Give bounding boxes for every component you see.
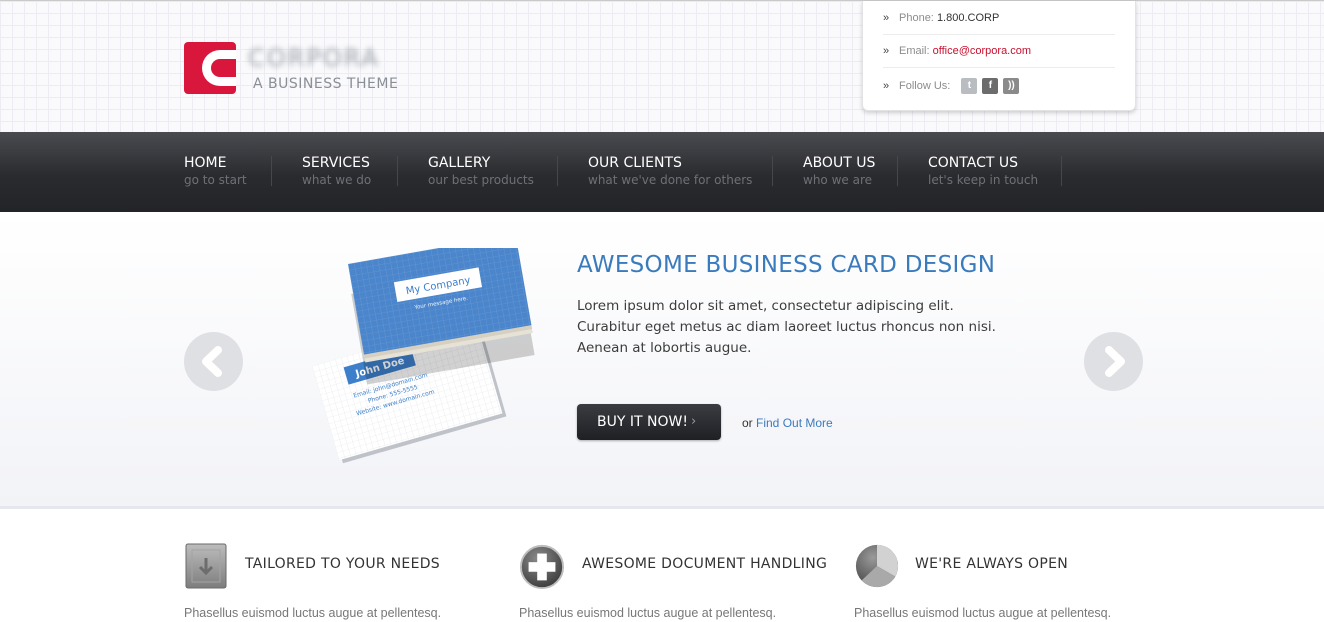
phone-value: 1.800.CORP xyxy=(936,12,1000,24)
plus-circle-icon xyxy=(519,544,565,589)
facebook-icon[interactable]: f xyxy=(982,78,999,94)
nav-separator xyxy=(557,156,558,186)
nav-separator xyxy=(397,156,398,186)
contact-card: » Phone: 1.800.CORP » Email: office@corpor… xyxy=(862,1,1136,111)
nav-item-title: CONTACT US xyxy=(928,155,1018,171)
buy-now-button[interactable]: BUY IT NOW! › xyxy=(577,404,721,440)
nav-item-our-clients[interactable]: OUR CLIENTS what we've done for others xyxy=(588,154,752,188)
pie-chart-icon xyxy=(855,544,899,588)
nav-separator xyxy=(271,156,272,186)
twitter-icon[interactable]: t xyxy=(961,78,978,94)
hero-description: Lorem ipsum dolor sit amet, consectetur … xyxy=(577,298,996,356)
nav-item-home[interactable]: HOME go to start xyxy=(184,154,247,188)
nav-item-title: GALLERY xyxy=(428,155,491,171)
buy-now-label: BUY IT NOW! xyxy=(597,414,688,430)
nav-item-title: SERVICES xyxy=(302,155,370,171)
feature-title: AWESOME DOCUMENT HANDLING xyxy=(582,556,828,572)
bullet-icon: » xyxy=(883,45,890,57)
follow-label: Follow Us: xyxy=(899,79,951,92)
contact-follow-row: » Follow Us: t f)) xyxy=(883,78,1115,94)
nav-item-subtitle: our best products xyxy=(428,173,534,187)
chevron-left-icon xyxy=(202,346,222,377)
divider xyxy=(883,67,1115,68)
feature-text: Phasellus euismod luctus augue at pellen… xyxy=(519,606,777,620)
or-label: or xyxy=(742,416,753,430)
contact-email-row: » Email: office@corpora.com xyxy=(883,45,1115,57)
contact-phone-row: » Phone: 1.800.CORP xyxy=(883,12,1115,24)
feature-text: Phasellus euismod luctus augue at pellen… xyxy=(184,606,442,620)
brand-name[interactable]: CORPORA xyxy=(248,45,390,71)
slider-prev-button[interactable] xyxy=(184,332,243,391)
nav-separator xyxy=(772,156,773,186)
rss-icon[interactable]: )) xyxy=(1003,78,1020,94)
nav-item-title: HOME xyxy=(184,155,227,171)
nav-item-subtitle: go to start xyxy=(184,173,247,187)
nav-item-gallery[interactable]: GALLERY our best products xyxy=(428,154,534,188)
logo-icon[interactable] xyxy=(184,42,236,94)
divider xyxy=(883,34,1115,35)
nav-separator xyxy=(897,156,898,186)
nav-item-about-us[interactable]: ABOUT US who we are xyxy=(803,154,875,188)
nav-item-subtitle: let's keep in touch xyxy=(928,173,1039,187)
feature-title: WE'RE ALWAYS OPEN xyxy=(915,556,1068,572)
features-section: TAILORED TO YOUR NEEDS Phasellus euismod… xyxy=(0,512,1324,622)
find-out-more-row: or Find Out More xyxy=(742,416,833,430)
bullet-icon: » xyxy=(883,12,890,24)
nav-item-services[interactable]: SERVICES what we do xyxy=(302,154,371,188)
email-link[interactable]: office@corpora.com xyxy=(933,45,1031,57)
chevron-right-icon xyxy=(1105,346,1125,377)
nav-separator xyxy=(1061,156,1062,186)
main-nav: HOME go to start SERVICES what we do GAL… xyxy=(0,132,1324,212)
hero-slider: John Doe Email: john@domain.com Phone: 5… xyxy=(0,212,1324,509)
nav-item-subtitle: what we do xyxy=(302,173,372,187)
slider-next-button[interactable] xyxy=(1084,332,1143,391)
brand-tagline: A BUSINESS THEME xyxy=(253,76,399,92)
find-out-more-link[interactable]: Find Out More xyxy=(756,416,833,430)
nav-item-title: ABOUT US xyxy=(803,155,876,171)
bullet-icon: » xyxy=(883,79,890,92)
nav-item-subtitle: what we've done for others xyxy=(588,173,753,187)
business-card-image: John Doe Email: john@domain.com Phone: 5… xyxy=(312,248,535,464)
archive-box-icon xyxy=(185,543,227,589)
feature-text: Phasellus euismod luctus augue at pellen… xyxy=(854,606,1112,620)
site-header: CORPORA A BUSINESS THEME » Phone: 1.800.C… xyxy=(0,0,1324,132)
phone-label: Phone: xyxy=(899,12,934,24)
nav-item-title: OUR CLIENTS xyxy=(588,155,682,171)
feature-title: TAILORED TO YOUR NEEDS xyxy=(245,556,440,572)
email-label: Email: xyxy=(899,45,930,57)
nav-item-contact-us[interactable]: CONTACT US let's keep in touch xyxy=(928,154,1038,188)
chevron-right-icon: › xyxy=(691,414,697,429)
nav-item-subtitle: who we are xyxy=(803,173,872,187)
hero-title: AWESOME BUSINESS CARD DESIGN xyxy=(577,252,996,278)
